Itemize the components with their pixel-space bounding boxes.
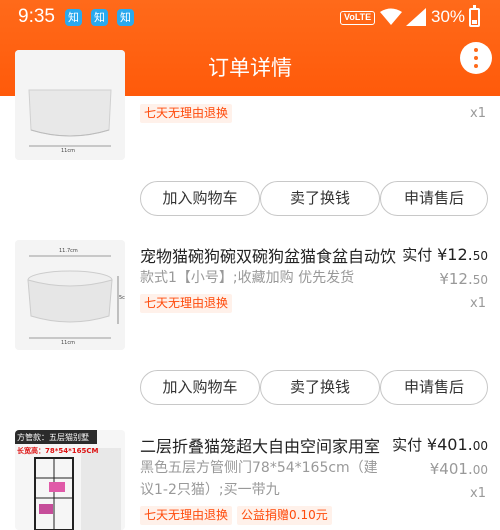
volte-icon: VoLTE bbox=[340, 11, 376, 25]
item-actions: 加入购物车 卖了换钱 申请售后 bbox=[0, 370, 500, 406]
paid-amount-decimal: 00 bbox=[472, 439, 488, 453]
bowl-base-label: 11cm bbox=[61, 340, 75, 346]
paid-price: 实付 ¥401.00 bbox=[386, 434, 488, 455]
zhihu-notification-icon: 知 bbox=[65, 9, 82, 26]
quantity-label: x1 bbox=[470, 106, 486, 121]
original-amount-decimal: 00 bbox=[472, 463, 488, 477]
wifi-icon bbox=[380, 8, 402, 25]
quantity-label: x1 bbox=[470, 296, 486, 311]
product-spec-line-1: 黑色五层方管侧门78*54*165cm（建 bbox=[140, 460, 378, 476]
return-policy-tag: 七天无理由退换 bbox=[140, 506, 233, 525]
charity-donation-tag: 公益捐赠0.10元 bbox=[237, 506, 332, 525]
battery-level bbox=[472, 19, 477, 24]
original-amount-decimal: 50 bbox=[472, 273, 488, 287]
product-image-bowl[interactable]: 11.7cm 5cm 11cm bbox=[15, 240, 125, 350]
quantity-label: x1 bbox=[470, 486, 486, 501]
original-price: ¥12.50 bbox=[439, 270, 488, 288]
order-item: 11.7cm 5cm 11cm 宠物猫碗狗碗双碗狗盆猫食盆自动饮 款式1【小号】… bbox=[0, 240, 500, 352]
original-amount-integer: ¥401. bbox=[429, 460, 473, 478]
cellular-signal-icon bbox=[406, 8, 426, 26]
return-policy-tag: 七天无理由退换 bbox=[140, 104, 233, 123]
paid-price: 实付 ¥12.50 bbox=[396, 244, 488, 265]
product-image-bowl[interactable]: 11cm bbox=[15, 50, 125, 160]
zhihu-notification-icon: 知 bbox=[91, 9, 108, 26]
battery-icon bbox=[469, 5, 480, 27]
product-title[interactable]: 二层折叠猫笼超大自由空间家用室 bbox=[140, 433, 380, 457]
order-item: 方管款：五层猫别墅 长宽高：78*54*165CM 二层折叠猫笼超大自由空间家用… bbox=[0, 430, 500, 530]
cage-size-text: 长宽高：78*54*165CM bbox=[17, 447, 99, 455]
paid-amount-integer: ¥401. bbox=[426, 435, 473, 454]
original-amount-integer: ¥12. bbox=[439, 270, 473, 288]
status-time: 9:35 bbox=[18, 6, 55, 27]
product-spec: 款式1【小号】;收藏加购 优先发货 bbox=[140, 270, 355, 286]
paid-label: 实付 bbox=[402, 246, 433, 264]
after-sales-button[interactable]: 申请售后 bbox=[380, 181, 488, 216]
product-spec-line-2: 议1-2只猫）;买一带九 bbox=[140, 482, 280, 498]
bowl-size-label: 11cm bbox=[61, 148, 75, 154]
bowl-diameter-label: 11.7cm bbox=[59, 248, 78, 254]
cat-bowl-image bbox=[15, 50, 125, 160]
product-image-cage[interactable]: 方管款：五层猫别墅 长宽高：78*54*165CM bbox=[15, 430, 125, 530]
resell-button[interactable]: 卖了换钱 bbox=[260, 370, 380, 405]
add-to-cart-button[interactable]: 加入购物车 bbox=[140, 181, 260, 216]
resell-button[interactable]: 卖了换钱 bbox=[260, 181, 380, 216]
zhihu-notification-icon: 知 bbox=[117, 9, 134, 26]
item-actions: 加入购物车 卖了换钱 申请售后 bbox=[0, 181, 500, 217]
add-to-cart-button[interactable]: 加入购物车 bbox=[140, 370, 260, 405]
cage-banner-text: 方管款：五层猫别墅 bbox=[17, 433, 89, 442]
paid-amount-decimal: 50 bbox=[472, 249, 488, 263]
bowl-height-label: 5cm bbox=[119, 295, 125, 301]
product-title[interactable]: 宠物猫碗狗碗双碗狗盆猫食盆自动饮 bbox=[140, 243, 396, 267]
battery-percentage: 30% bbox=[431, 7, 466, 26]
paid-label: 实付 bbox=[392, 436, 423, 454]
after-sales-button[interactable]: 申请售后 bbox=[380, 370, 488, 405]
original-price: ¥401.00 bbox=[430, 460, 488, 478]
paid-amount-integer: ¥12. bbox=[437, 245, 473, 264]
status-bar: 9:35 知 知 知 VoLTE 30% bbox=[0, 0, 500, 36]
cat-bowl-image bbox=[15, 240, 125, 350]
return-policy-tag: 七天无理由退换 bbox=[140, 294, 233, 313]
cat-cage-image bbox=[15, 430, 125, 530]
